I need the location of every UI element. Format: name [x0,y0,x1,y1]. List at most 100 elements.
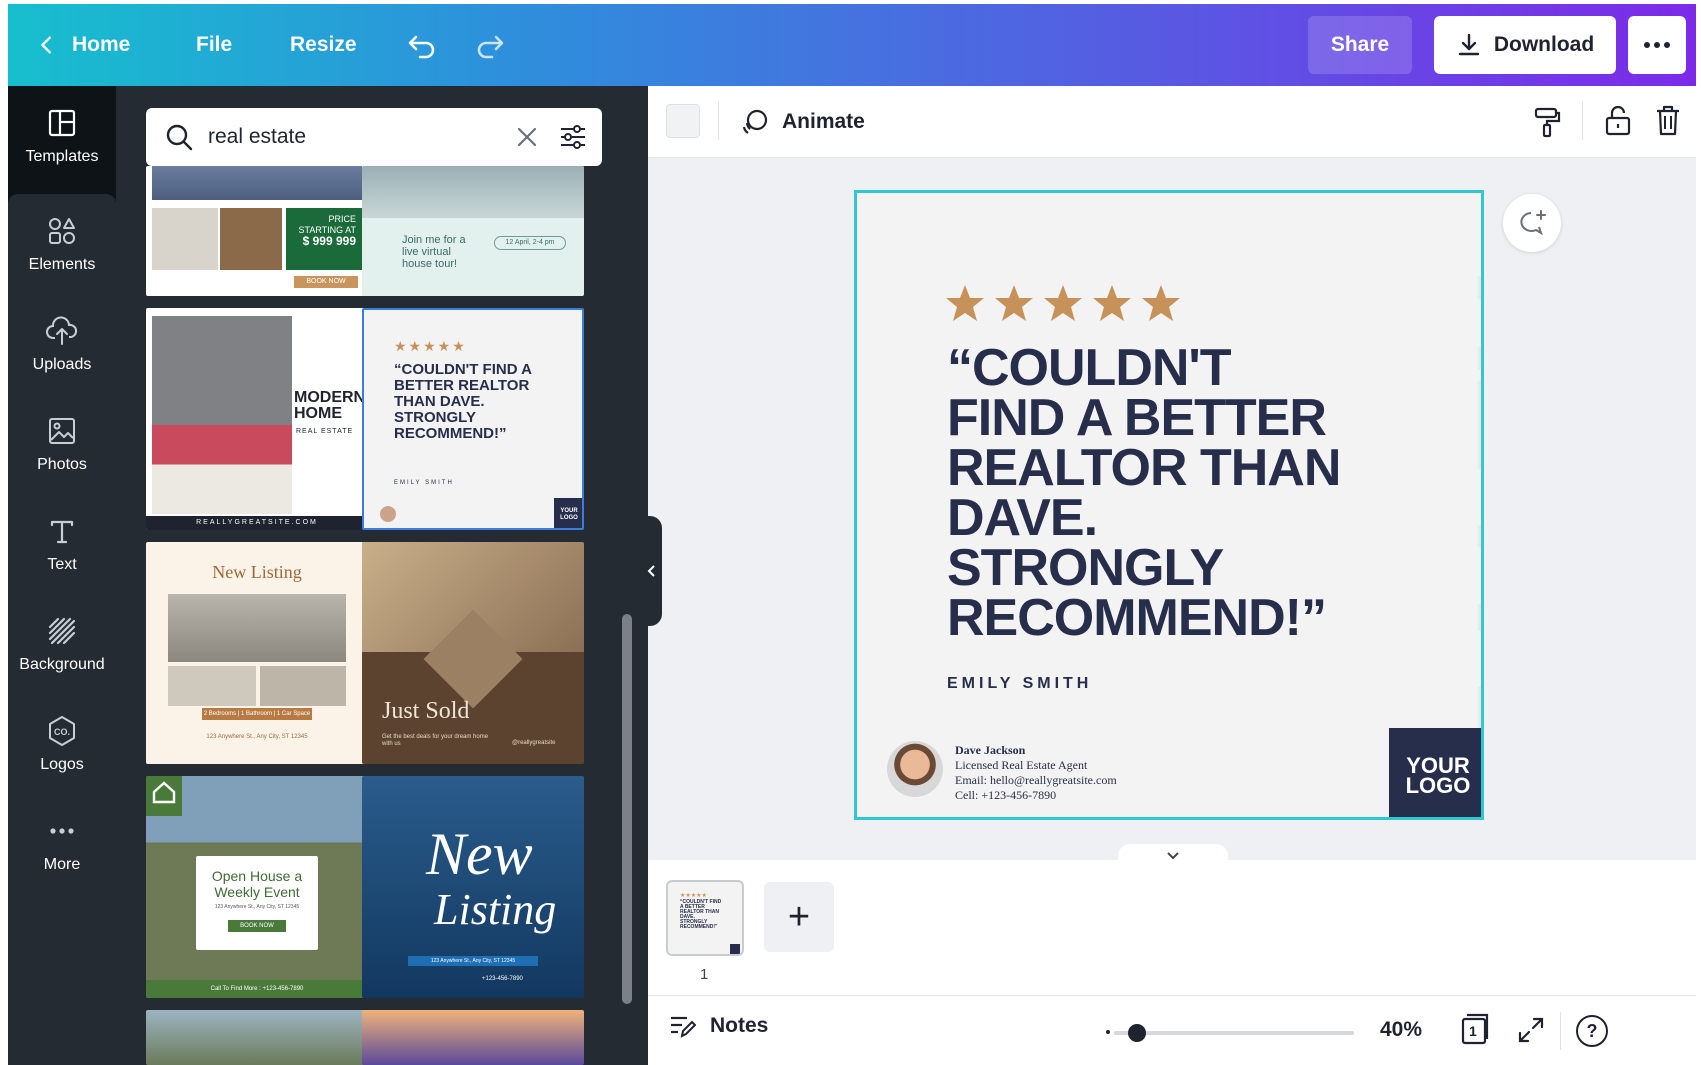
rail-item-photos[interactable]: Photos [8,394,116,494]
title-line: HOME [294,405,342,422]
title-line: MODERN [294,389,366,406]
info-card: Open House a Weekly Event 123 Anywhere S… [196,856,318,950]
rail-item-text[interactable]: Text [8,494,116,594]
background-color-swatch[interactable] [666,104,700,138]
template-address: 123 Anywhere St., Any City, ST 12345 [206,734,308,740]
fullscreen-icon[interactable] [1516,1015,1546,1045]
paint-roller-icon[interactable] [1532,106,1562,138]
page-count-button[interactable]: 1 [1458,1012,1492,1046]
share-button[interactable]: Share [1308,16,1412,74]
template-card[interactable] [146,1010,368,1065]
add-page-button[interactable]: + [764,882,834,952]
testimonial-author[interactable]: EMILY SMITH [947,675,1092,693]
rail-label: Logos [40,756,84,773]
help-button[interactable]: ? [1576,1015,1608,1047]
agent-photo[interactable] [887,741,943,797]
search-icon [166,124,193,151]
rail-item-elements[interactable]: Elements [8,194,116,294]
collapse-panel-button[interactable] [640,516,662,626]
quote-line: STRONGLY [947,539,1224,597]
search-input[interactable] [208,120,508,154]
clear-search-icon[interactable] [516,126,538,148]
side-rail: Templates Elements Uploads Photos Text B… [8,86,116,1065]
template-card[interactable]: New Listing 2 Bedrooms | 1 Bathroom | 1 … [146,542,368,764]
design-canvas[interactable]: REALTY “COULDN'T FIND A BETTER REALTOR T… [854,190,1484,820]
chevron-left-icon [647,565,655,577]
agent-contact-block[interactable]: Dave Jackson Licensed Real Estate Agent … [955,743,1117,803]
testimonial-quote[interactable]: “COULDN'T FIND A BETTER REALTOR THAN DAV… [947,342,1367,644]
undo-button[interactable] [406,4,438,86]
redo-icon [477,35,504,59]
interior-photo [168,594,346,662]
template-card[interactable]: Just Sold Get the best deals for your dr… [362,542,584,764]
download-button[interactable]: Download [1434,16,1616,74]
rail-label: Uploads [32,356,92,373]
resize-menu[interactable]: Resize [290,4,357,86]
template-card[interactable] [362,1010,584,1065]
footer-bar: Notes 40% 1 ? [648,995,1696,1065]
template-card[interactable]: Join me for a live virtual house tour! 1… [362,166,584,296]
logo-placeholder[interactable]: YOUR LOGO [1389,728,1481,817]
home-logo [146,776,182,816]
info-title: Open House a Weekly Event [196,868,318,900]
animate-button[interactable]: Animate [740,102,865,142]
agent-title: Licensed Real Estate Agent [955,758,1088,772]
rail-item-uploads[interactable]: Uploads [8,294,116,394]
house-photo [362,166,584,218]
template-subtitle: REAL ESTATE [296,428,354,435]
rail-item-logos[interactable]: CO. Logos [8,694,116,794]
template-card-selected[interactable]: ★★★★★ “COULDN'T FIND A BETTER REALTOR TH… [362,308,584,530]
book-now-badge: BOOK NOW [228,920,286,932]
thumb-quote: “COULDN'T FIND A BETTER REALTOR THAN DAV… [680,899,722,930]
template-card[interactable]: PRICE STARTING AT $ 999 999 BOOK NOW [146,166,368,296]
redo-button[interactable] [474,4,506,86]
template-phone: +123-456-7890 [482,976,523,982]
rail-item-templates[interactable]: Templates [8,86,116,186]
rail-item-background[interactable]: Background [8,594,116,694]
phone-bar: Call To Find More : +123-456-7890 [146,980,368,998]
quote-line: DAVE. [947,489,1098,547]
star-icon [1044,285,1082,321]
more-options-button[interactable] [1628,16,1686,74]
star-icon [1142,285,1180,321]
page-thumbnail[interactable]: ★★★★★ “COULDN'T FIND A BETTER REALTOR TH… [666,880,744,956]
templates-icon [48,109,76,137]
template-card[interactable]: Open House a Weekly Event 123 Anywhere S… [146,776,368,998]
background-icon [48,617,76,645]
star-icon [946,285,984,321]
notes-button[interactable]: Notes [668,1012,768,1040]
text-icon [50,520,74,544]
slider-min-dot [1106,1030,1110,1034]
rail-item-more[interactable]: More [8,794,116,894]
undo-icon [408,35,435,59]
zoom-slider-handle[interactable] [1128,1024,1146,1042]
template-card[interactable]: New Listing 123 Anywhere St., Any City, … [362,776,584,998]
rail-filler [8,894,116,1065]
home-label: Home [72,33,131,56]
zoom-slider-track[interactable] [1114,1031,1354,1035]
editor-toolbar: Animate [648,86,1696,158]
site-bar: REALLYGREATSITE.COM [146,516,368,530]
elements-icon [49,218,75,244]
template-address: 123 Anywhere St., Any City, ST 12345 [408,956,538,966]
file-menu[interactable]: File [196,4,232,86]
date-pill: 12 April, 2-4 pm [494,236,566,250]
script-line: Listing [434,885,557,934]
canva-editor: Home File Resize Share Download Template… [8,4,1696,1065]
agent-email: Email: hello@reallygreatsite.com [955,773,1117,787]
comment-add-icon [1520,210,1546,236]
divider [1560,1012,1561,1050]
bedroom-photo [152,316,292,514]
template-card[interactable]: MODERN HOME REAL ESTATE REALLYGREATSITE.… [146,308,368,530]
notes-icon [671,1016,696,1038]
trash-icon[interactable] [1654,104,1682,136]
filter-icon[interactable] [558,122,588,152]
add-comment-button[interactable] [1503,194,1561,252]
zoom-level[interactable]: 40% [1380,1018,1422,1042]
panel-scrollbar[interactable] [622,614,632,1004]
price-value: $ 999 999 [302,234,356,248]
back-button[interactable]: Home [36,4,130,86]
chevron-down-icon [1167,852,1179,860]
unlock-icon[interactable] [1604,104,1632,136]
rail-label: Photos [37,456,87,473]
